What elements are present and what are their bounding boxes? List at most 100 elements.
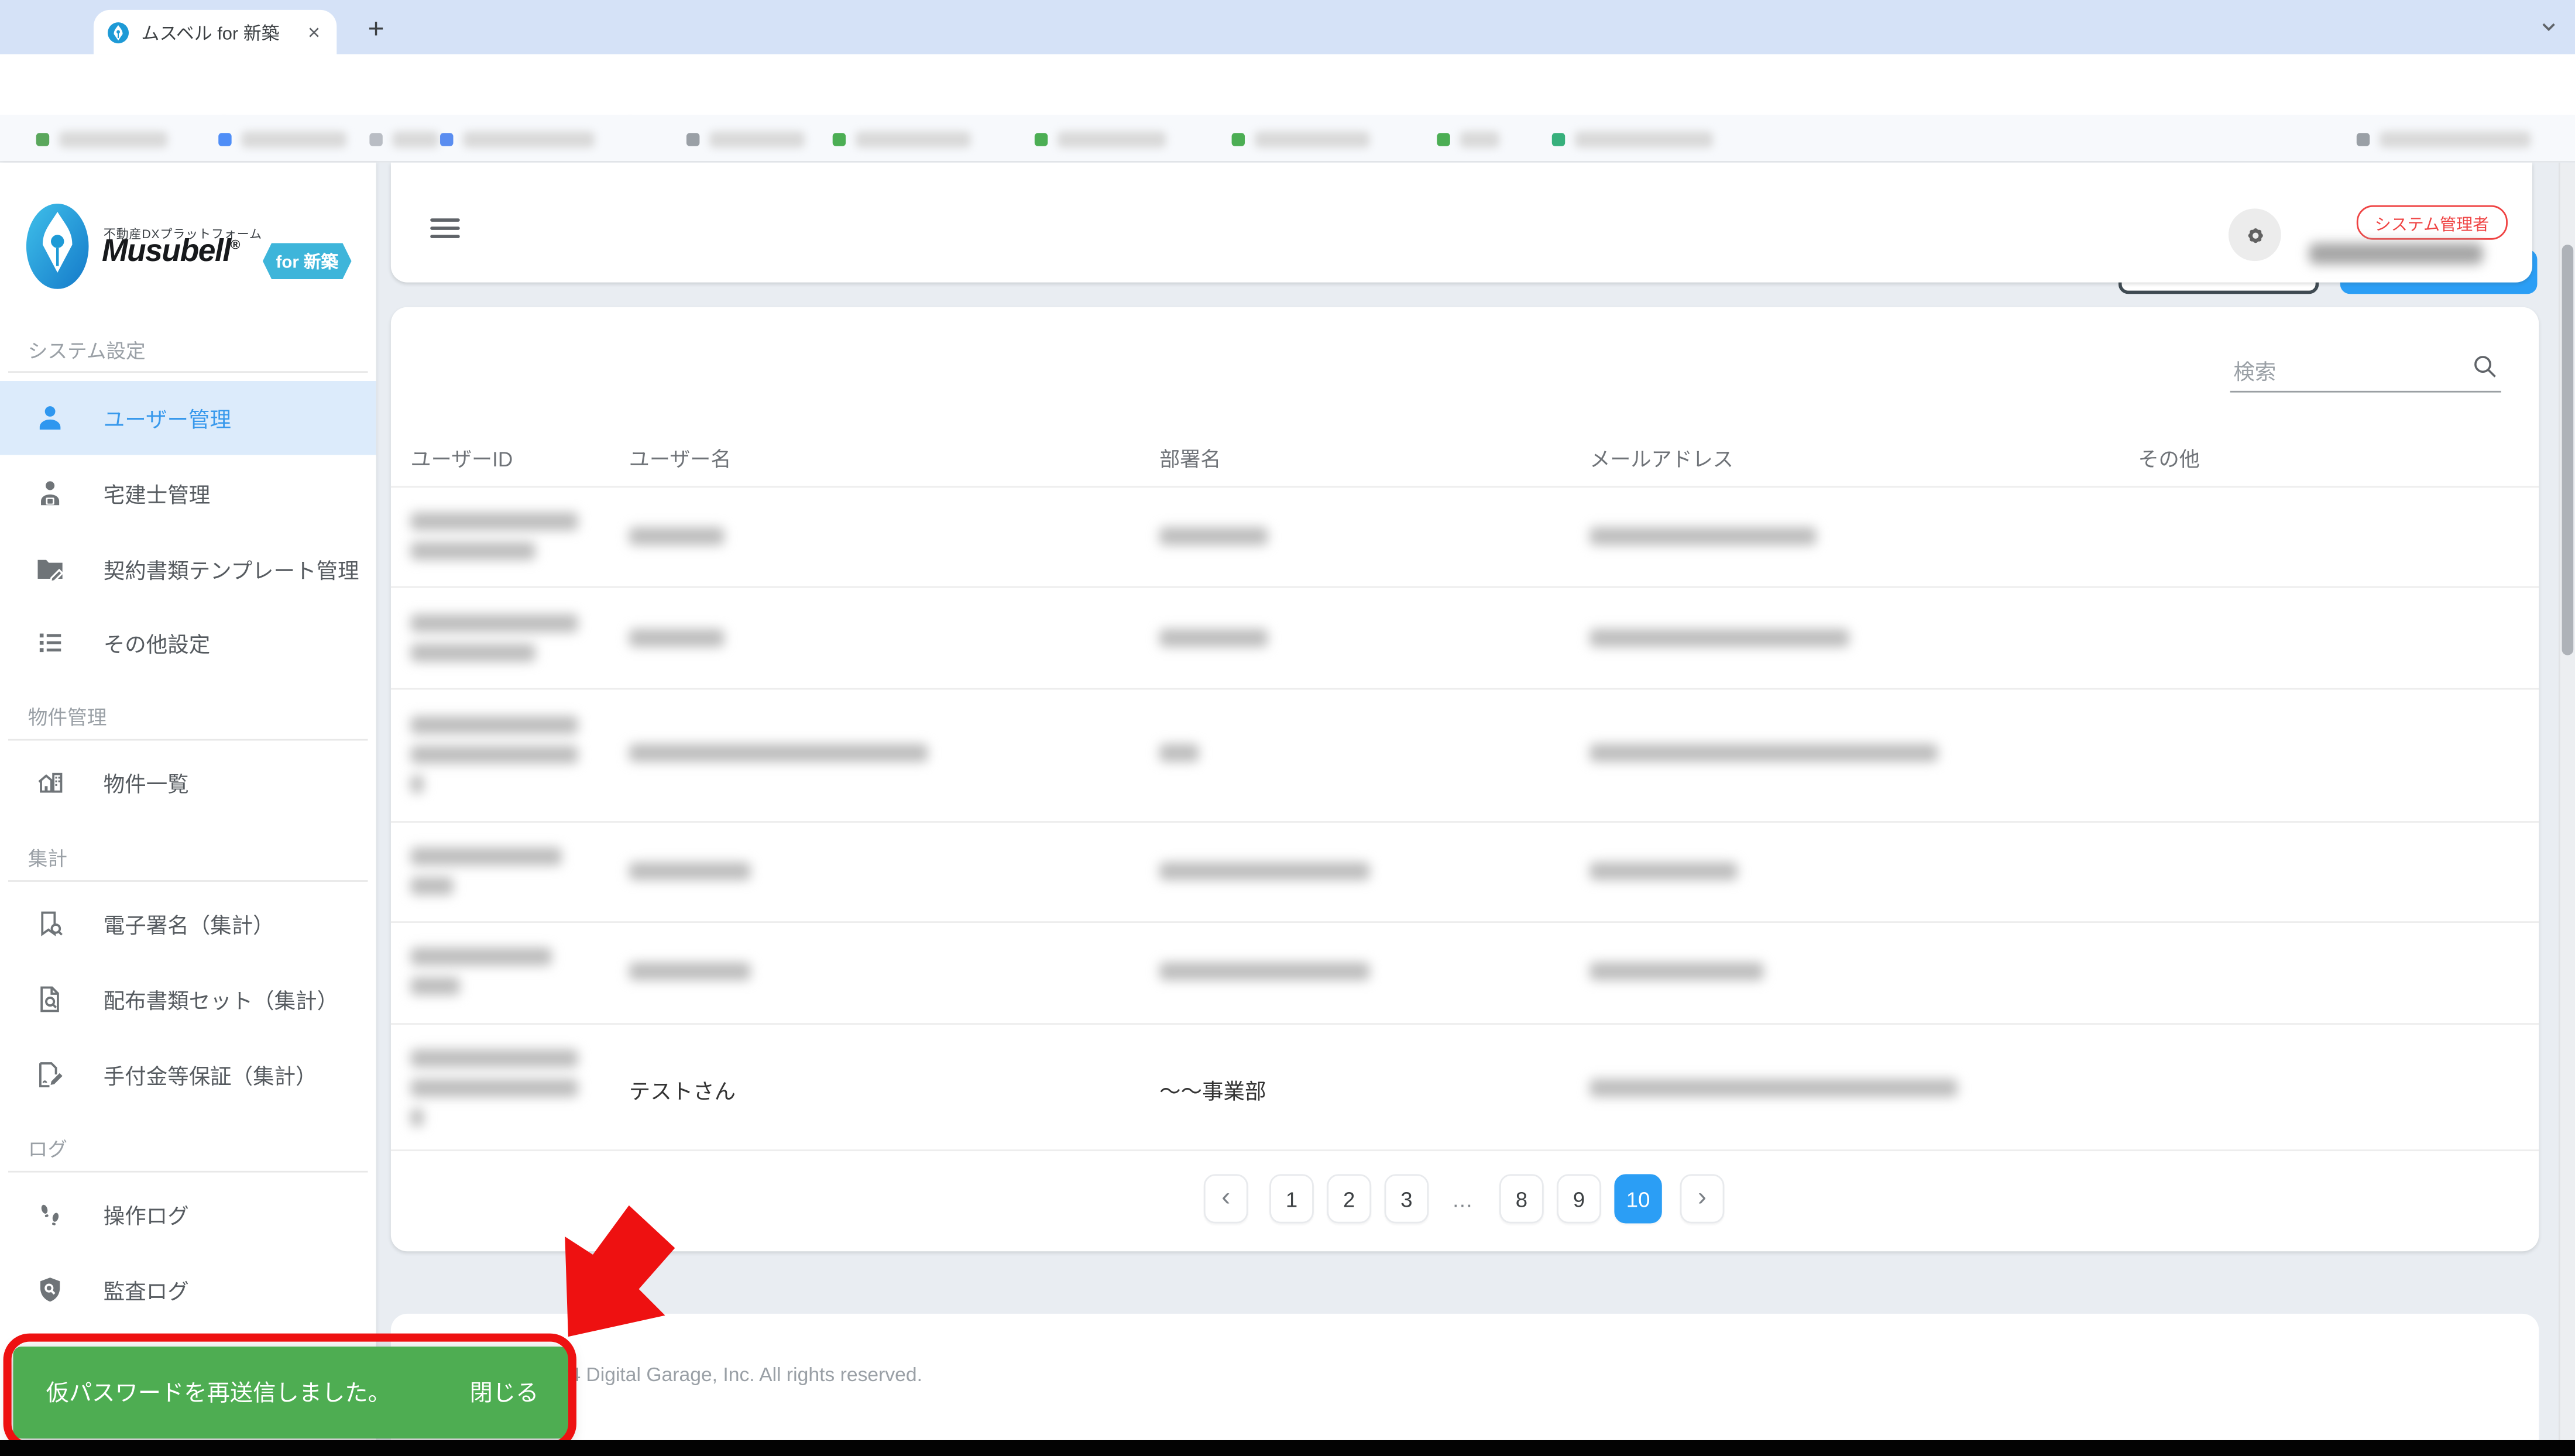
sidebar-item-esignature-totals[interactable]: 電子署名（集計）: [0, 887, 376, 960]
browser-window: ムスベル for 新築 × + 智子: [0, 0, 2575, 1456]
app-header: システム管理者: [390, 162, 2533, 283]
screenshot-viewport: ムスベル for 新築 × + 智子: [0, 0, 2575, 1456]
bookmark-favicon-icon: [1231, 133, 1245, 146]
sidebar-item-audit-log[interactable]: 監査ログ: [0, 1253, 376, 1327]
sidebar-item-operation-log[interactable]: 操作ログ: [0, 1177, 376, 1251]
sidebar-item-deposit-guarantee-totals[interactable]: 手付金等保証（集計）: [0, 1038, 376, 1111]
bookmark-item[interactable]: [369, 130, 439, 150]
redacted-cell: [1159, 629, 1268, 647]
bookmark-label-redacted: [463, 131, 595, 148]
tab-close-icon[interactable]: ×: [304, 20, 324, 44]
bookmark-favicon-icon: [369, 133, 383, 146]
redacted-cell: [1589, 629, 1849, 647]
bookmark-item[interactable]: [36, 130, 168, 150]
shield-search-icon: [35, 1275, 66, 1306]
bookmark-favicon-icon: [1034, 133, 1048, 146]
musubell-favicon-icon: [108, 21, 129, 43]
redacted-cell: [1159, 744, 1199, 763]
brand-wordmark: Musubell®: [101, 235, 241, 270]
redacted-cell: [410, 745, 578, 764]
bookmark-label-redacted: [855, 131, 971, 148]
redacted-cell: [1159, 862, 1370, 881]
tab-strip-chevron-icon[interactable]: [2536, 13, 2562, 39]
redacted-cell: [410, 977, 460, 995]
redacted-cell: [410, 1108, 424, 1127]
sidebar-item-other-settings[interactable]: その他設定: [0, 606, 376, 679]
pagination-page-1[interactable]: 1: [1269, 1174, 1314, 1224]
list-icon: [35, 627, 66, 658]
bookmark-item[interactable]: [1551, 130, 1713, 150]
user-icon: [35, 402, 66, 433]
user-name-redacted: [2309, 243, 2483, 265]
sidebar-item-property-list[interactable]: 物件一覧: [0, 746, 376, 819]
bookmark-item[interactable]: [1034, 130, 1166, 150]
signature-search-icon: [35, 908, 66, 939]
hamburger-menu-icon[interactable]: [430, 214, 460, 243]
bookmark-item[interactable]: [440, 130, 595, 150]
pagination-page-8[interactable]: 8: [1499, 1174, 1544, 1224]
brand-badge: for 新築: [262, 243, 352, 280]
bookmark-label-redacted: [1575, 131, 1713, 148]
settings-gear-button[interactable]: [2228, 208, 2281, 262]
building-icon: [35, 767, 66, 798]
sidebar-item-document-set-totals[interactable]: 配布書類セット（集計）: [0, 962, 376, 1036]
sidebar-item-agent-management[interactable]: 宅建士管理: [0, 456, 376, 530]
divider: [8, 739, 368, 741]
role-badge: システム管理者: [2356, 205, 2508, 240]
bookmark-label-redacted: [1460, 131, 1499, 148]
sidebar-item-contract-templates[interactable]: 契約書類テンプレート管理: [0, 532, 376, 606]
redacted-cell: [410, 877, 454, 895]
col-header-department: 部署名: [1159, 448, 1221, 472]
pagination-prev[interactable]: ‹: [1203, 1174, 1248, 1224]
redacted-cell: [410, 1049, 578, 1067]
redacted-cell: [629, 962, 751, 981]
col-header-user-id: ユーザーID: [410, 448, 513, 472]
search-input[interactable]: 検索: [2233, 355, 2276, 386]
tab-title: ムスベル for 新築: [141, 23, 280, 44]
redacted-cell: [410, 775, 424, 794]
bookmark-favicon-icon: [218, 133, 232, 146]
search-icon[interactable]: [2470, 352, 2500, 382]
pagination-page-2[interactable]: 2: [1327, 1174, 1372, 1224]
bookmark-item[interactable]: [1437, 130, 1499, 150]
divider: [390, 688, 2539, 690]
new-tab-button[interactable]: +: [355, 8, 397, 51]
user-table-card: 検索 ユーザーID ユーザー名 部署名 メールアドレス その他 テストさん 〜〜事…: [390, 307, 2539, 1252]
bookmark-item[interactable]: [686, 130, 805, 150]
bookmark-item[interactable]: [832, 130, 971, 150]
redacted-cell: [1159, 962, 1370, 981]
bookmark-favicon-icon: [686, 133, 700, 146]
sidebar-section-aggregation: 集計: [28, 847, 68, 871]
redacted-cell: [1589, 744, 1938, 763]
bookmark-favicon-icon: [440, 133, 454, 146]
bookmark-item[interactable]: [218, 130, 347, 150]
bookmark-item[interactable]: [1231, 130, 1370, 150]
bookmark-label-redacted: [392, 131, 439, 148]
divider: [390, 1023, 2539, 1025]
bookmark-label-redacted: [1254, 131, 1370, 148]
tab-strip: ムスベル for 新築 × +: [0, 0, 2575, 54]
redacted-cell: [410, 847, 562, 866]
scrollbar-thumb[interactable]: [2562, 245, 2574, 655]
bookmark-label-redacted: [241, 131, 347, 148]
bookmark-favicon-icon: [1437, 133, 1450, 146]
bookmarks-bar: [0, 115, 2575, 163]
divider: [390, 586, 2539, 588]
redacted-cell: [410, 614, 578, 633]
doc-search-icon: [35, 984, 66, 1015]
bookmark-label-redacted: [709, 131, 805, 148]
pagination-page-10[interactable]: 10: [1614, 1174, 1662, 1224]
pagination-page-3[interactable]: 3: [1384, 1174, 1429, 1224]
divider: [390, 1149, 2539, 1152]
redacted-cell: [1589, 962, 1764, 981]
sidebar-item-user-management[interactable]: ユーザー管理: [0, 381, 376, 455]
redacted-cell: [410, 643, 535, 662]
col-header-user-name: ユーザー名: [629, 448, 732, 472]
bookmark-favicon-icon: [36, 133, 50, 146]
pagination-next[interactable]: ›: [1680, 1174, 1725, 1224]
bookmark-item[interactable]: [2356, 130, 2531, 150]
sidebar-section-property: 物件管理: [28, 706, 107, 729]
folder-edit-icon: [35, 554, 66, 585]
browser-tab[interactable]: ムスベル for 新築 ×: [93, 9, 337, 54]
pagination-page-9[interactable]: 9: [1557, 1174, 1601, 1224]
